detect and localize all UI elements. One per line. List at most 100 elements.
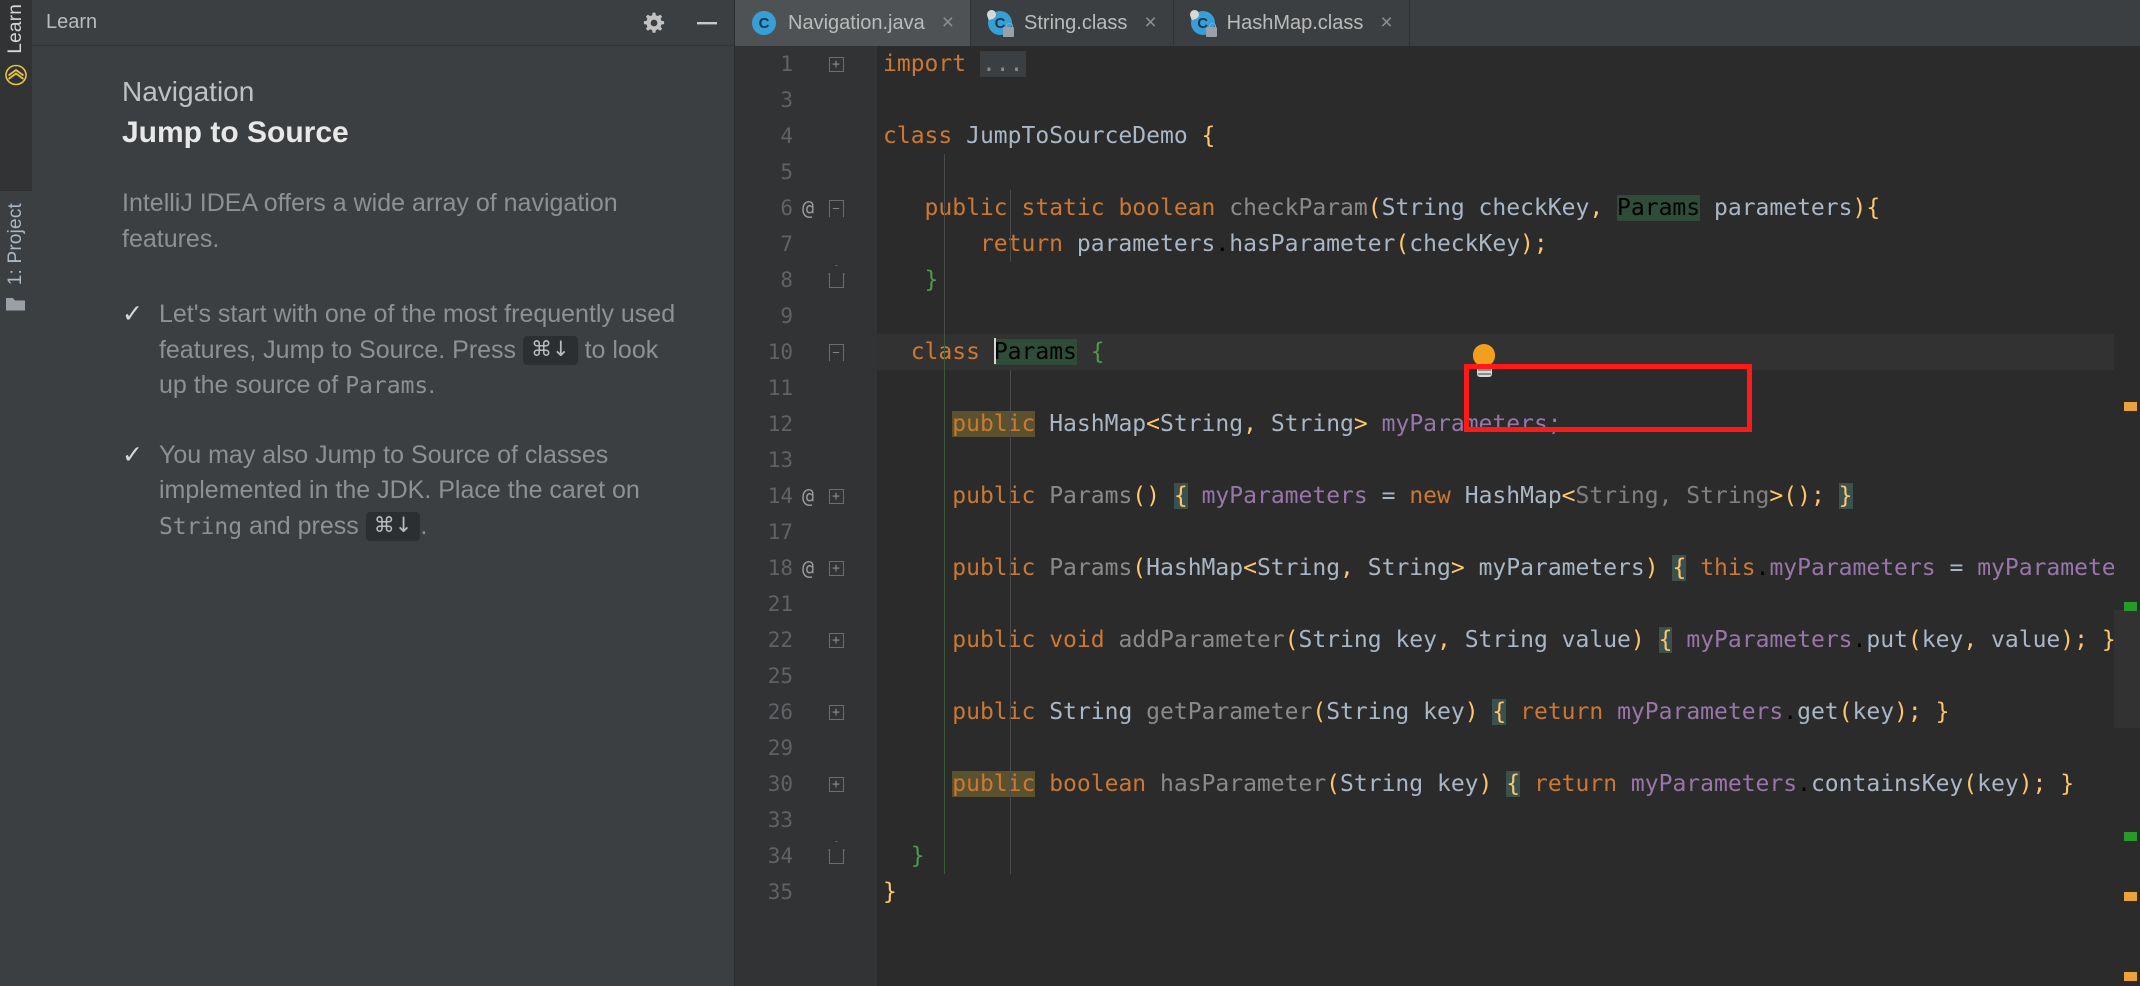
gear-icon[interactable]: [642, 11, 666, 35]
code-line: return parameters.hasParameter(checkKey)…: [979, 231, 1548, 257]
close-icon[interactable]: ×: [1380, 11, 1392, 35]
annotation-marker-icon[interactable]: @: [793, 556, 823, 580]
line-number: 18: [767, 556, 793, 580]
editor-tab-hashmap-class[interactable]: C HashMap.class ×: [1174, 0, 1410, 46]
editor-tab-label: HashMap.class: [1226, 11, 1364, 34]
learn-tool-window: Learn Navigation Jump to Source IntelliJ…: [32, 0, 735, 986]
code-fold-toggle[interactable]: [823, 272, 849, 288]
line-number: 12: [767, 412, 793, 436]
line-number: 11: [767, 376, 793, 400]
code-line: public void addParameter(String key, Str…: [952, 627, 2116, 653]
check-icon: ✓: [122, 300, 143, 328]
lesson-title: Jump to Source: [122, 116, 349, 149]
folder-icon[interactable]: [5, 295, 27, 318]
code-line: }: [924, 267, 939, 293]
close-icon[interactable]: ×: [1144, 11, 1156, 35]
gutter-row: 5: [735, 154, 877, 190]
rail-group-learn: Learn: [0, 0, 32, 190]
code-line-current: class Params {: [877, 334, 2140, 370]
learn-panel-actions: [642, 0, 720, 46]
gutter-row: 12: [735, 406, 877, 442]
annotation-marker-icon[interactable]: @: [793, 196, 823, 220]
line-number: 13: [767, 448, 793, 472]
line-number: 8: [780, 268, 793, 292]
gutter-row: 10 −: [735, 334, 877, 370]
code-fold-toggle[interactable]: +: [823, 776, 849, 792]
ide-window: Learn 1: Project Learn Navigation Jump t…: [0, 0, 2140, 986]
code-fold-toggle[interactable]: [823, 848, 849, 864]
code-content[interactable]: import ... class JumpToSourceDemo { publ…: [877, 46, 2140, 986]
line-number: 22: [767, 628, 793, 652]
shortcut-badge: ⌘↓: [523, 335, 578, 365]
line-number: 30: [767, 772, 793, 796]
gutter-row: 8: [735, 262, 877, 298]
stripe-marker-ok[interactable]: [2124, 832, 2137, 841]
stripe-marker-warn[interactable]: [2124, 892, 2137, 901]
line-number: 35: [767, 880, 793, 904]
editor-viewport[interactable]: 1 +3 4 5 6 @ −7 8 9 10−11 12 13 14 @ +17 18 @ +21 22 +25 26 +…: [735, 46, 2140, 986]
rail-item-project[interactable]: 1: Project: [5, 199, 27, 291]
code-line: public HashMap<String, String> myParamet…: [952, 411, 1562, 437]
code-line: public Params() { myParameters = new Has…: [952, 483, 1853, 509]
editor-tab-bar: C Navigation.java × C String.class × C H…: [735, 0, 2140, 46]
vertical-scrollbar-thumb[interactable]: [2114, 610, 2140, 728]
lesson-intro: IntelliJ IDEA offers a wide array of nav…: [122, 189, 618, 253]
gutter-row: 25: [735, 658, 877, 694]
gutter-row: 13: [735, 442, 877, 478]
java-class-file-icon: C: [985, 8, 1015, 37]
minimize-icon[interactable]: [694, 11, 720, 35]
step-text-part: You may also Jump to Source of classes i…: [158, 440, 640, 505]
editor-tab-navigation-java[interactable]: C Navigation.java ×: [735, 0, 972, 46]
step-text-part: and press: [242, 511, 366, 540]
gutter-row: 1 +: [735, 46, 877, 82]
stripe-marker-warn[interactable]: [2124, 972, 2137, 981]
gutter-row: 18 @ +: [735, 550, 877, 586]
code-fold-toggle[interactable]: −: [823, 199, 849, 217]
line-number: 25: [767, 664, 793, 688]
code-line: public static boolean checkParam(String …: [924, 195, 1881, 221]
code-fold-toggle[interactable]: +: [823, 632, 849, 648]
tool-window-rail: Learn 1: Project: [0, 0, 32, 986]
shortcut-badge: ⌘↓: [365, 511, 421, 541]
step-text-part: .: [428, 371, 436, 399]
lesson-step-text: Let's start with one of the most frequen…: [159, 297, 688, 404]
close-icon[interactable]: ×: [942, 11, 954, 35]
gutter-row: 3: [735, 82, 877, 118]
gutter-row: 11: [735, 370, 877, 406]
code-fold-toggle[interactable]: +: [823, 560, 849, 576]
gutter-row: 29: [735, 730, 877, 766]
line-number: 3: [780, 88, 793, 112]
gutter-row: 34: [735, 838, 877, 874]
line-number: 17: [767, 520, 793, 544]
gutter-row: 22 +: [735, 622, 877, 658]
gutter-row: 35: [735, 874, 877, 910]
line-number: 9: [780, 304, 793, 328]
code-line: }: [883, 879, 897, 905]
annotation-marker-icon[interactable]: @: [793, 484, 823, 508]
line-number: 7: [780, 232, 793, 256]
gutter-row: 30 +: [735, 766, 877, 802]
stripe-marker-warn[interactable]: [2124, 402, 2137, 411]
code-fold-toggle[interactable]: +: [823, 704, 849, 720]
inline-code: Params: [345, 373, 429, 399]
editor-tab-string-class[interactable]: C String.class ×: [971, 0, 1174, 46]
code-fold-toggle[interactable]: +: [823, 56, 849, 72]
line-number: 4: [780, 124, 793, 148]
stripe-marker-ok[interactable]: [2124, 602, 2137, 611]
editor-gutter[interactable]: 1 +3 4 5 6 @ −7 8 9 10−11 12 13 14 @ +17 18 @ +21 22 +25 26 +…: [735, 46, 877, 986]
code-fold-toggle[interactable]: +: [823, 488, 849, 504]
learn-panel-body: Navigation Jump to Source IntelliJ IDEA …: [32, 46, 734, 578]
chevrons-badge-icon[interactable]: [5, 64, 27, 91]
code-fold-toggle[interactable]: −: [823, 343, 849, 361]
java-class-icon: C: [751, 10, 777, 36]
gutter-row: 6 @ −: [735, 190, 877, 226]
line-number: 29: [767, 736, 793, 760]
gutter-row: 14 @ +: [735, 478, 877, 514]
error-stripe-marker-bar[interactable]: [2114, 92, 2140, 986]
intention-bulb-icon[interactable]: [1473, 344, 1495, 377]
code-line: }: [910, 843, 925, 869]
rail-item-learn[interactable]: Learn: [5, 0, 27, 60]
